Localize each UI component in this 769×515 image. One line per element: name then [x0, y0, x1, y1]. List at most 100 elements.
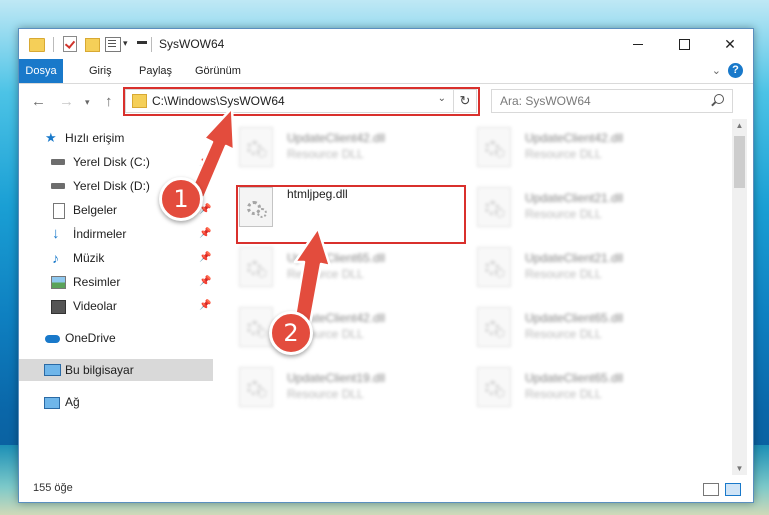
properties-check-icon[interactable] — [63, 36, 77, 52]
videos-icon — [51, 300, 66, 314]
file-item[interactable]: UpdateClient65.dll Resource DLL — [229, 243, 459, 293]
file-type: Resource DLL — [525, 387, 602, 401]
sidebar-item-label: Ağ — [65, 395, 80, 409]
sidebar-item-label: Müzik — [73, 251, 105, 265]
close-button[interactable]: ✕ — [707, 29, 753, 59]
search-input[interactable]: Ara: SysWOW64 — [491, 89, 733, 113]
pin-icon[interactable]: 📌 — [199, 295, 211, 317]
dll-file-icon — [239, 247, 273, 287]
pin-icon[interactable]: 📌 — [199, 223, 211, 245]
file-type: Resource DLL — [287, 387, 364, 401]
new-folder-icon[interactable] — [85, 38, 100, 52]
search-placeholder: Ara: SysWOW64 — [500, 94, 591, 108]
scroll-down-icon[interactable]: ▼ — [732, 464, 747, 473]
tab-view[interactable]: Görünüm — [189, 59, 247, 83]
large-icons-view-icon[interactable] — [725, 483, 741, 496]
cloud-icon — [45, 335, 60, 343]
sidebar-item-videos[interactable]: Videolar 📌 — [19, 295, 213, 317]
file-name: UpdateClient65.dll — [525, 371, 624, 385]
details-view-icon[interactable] — [703, 483, 719, 496]
dll-file-icon — [477, 367, 511, 407]
close-icon: ✕ — [724, 35, 736, 52]
maximize-icon — [678, 38, 690, 50]
title-bar: ▾ ▬ SysWOW64 ✕ — [19, 29, 753, 59]
pin-icon[interactable]: 📌 — [199, 151, 211, 173]
forward-arrow-icon[interactable]: → — [59, 93, 74, 110]
file-item[interactable]: UpdateClient42.dll Resource DLL — [229, 123, 459, 173]
network-icon — [44, 397, 60, 409]
pin-icon[interactable]: 📌 — [199, 247, 211, 269]
dll-file-icon — [239, 127, 273, 167]
window-title: SysWOW64 — [159, 37, 225, 51]
file-item[interactable]: UpdateClient21.dll Resource DLL — [467, 243, 697, 293]
separator — [53, 37, 54, 52]
dll-file-icon — [477, 307, 511, 347]
quick-access-dropdown-icon[interactable]: ▾ — [123, 38, 128, 49]
file-type: Resource DLL — [287, 147, 364, 161]
sidebar-item-network[interactable]: Ağ — [19, 391, 213, 413]
pin-icon[interactable]: 📌 — [199, 271, 211, 293]
expand-ribbon-icon[interactable]: ⌄ — [712, 64, 721, 77]
scroll-up-icon[interactable]: ▲ — [732, 121, 747, 130]
sidebar-item-label: Yerel Disk (C:) — [73, 155, 150, 169]
item-count: 155 öğe — [33, 482, 73, 494]
dll-file-icon — [477, 127, 511, 167]
file-item[interactable]: UpdateClient21.dll Resource DLL — [467, 183, 697, 233]
file-item[interactable]: UpdateClient65.dll Resource DLL — [467, 363, 697, 413]
address-highlight-box — [123, 87, 480, 116]
file-item[interactable]: UpdateClient42.dll Resource DLL — [467, 123, 697, 173]
drive-icon — [51, 159, 65, 165]
sidebar-item-pictures[interactable]: Resimler 📌 — [19, 271, 213, 293]
maximize-button[interactable] — [661, 29, 707, 59]
file-name: UpdateClient65.dll — [525, 311, 624, 325]
dll-file-icon — [477, 247, 511, 287]
sidebar-item-label: İndirmeler — [73, 227, 127, 241]
file-type: Resource DLL — [525, 207, 602, 221]
sidebar-item-label: Videolar — [73, 299, 117, 313]
file-name: UpdateClient42.dll — [525, 131, 624, 145]
file-name: UpdateClient21.dll — [525, 191, 624, 205]
file-type: Resource DLL — [287, 267, 364, 281]
up-arrow-icon[interactable]: ↑ — [105, 93, 113, 110]
file-highlight-box — [236, 185, 466, 244]
back-arrow-icon[interactable]: ← — [31, 93, 46, 110]
pictures-icon — [51, 276, 66, 289]
star-icon: ★ — [45, 130, 57, 145]
tab-home[interactable]: Giriş — [83, 59, 118, 83]
file-item[interactable]: UpdateClient65.dll Resource DLL — [467, 303, 697, 353]
sidebar-item-music[interactable]: ♪ Müzik 📌 — [19, 247, 213, 269]
sidebar-item-this-pc[interactable]: Bu bilgisayar — [19, 359, 213, 381]
minimize-button[interactable] — [615, 29, 661, 59]
computer-icon — [44, 364, 61, 376]
sidebar-item-onedrive[interactable]: OneDrive — [19, 327, 213, 349]
separator — [151, 37, 152, 52]
recent-locations-icon[interactable]: ▾ — [85, 97, 90, 108]
documents-icon — [53, 203, 65, 219]
search-icon[interactable] — [714, 94, 724, 104]
sidebar-item-downloads[interactable]: ↓ İndirmeler 📌 — [19, 223, 213, 245]
help-icon[interactable]: ? — [728, 63, 743, 78]
folder-icon — [29, 38, 45, 52]
sidebar-item-disk-c[interactable]: Yerel Disk (C:) 📌 — [19, 151, 213, 173]
file-list: UpdateClient42.dll Resource DLL htmljpeg… — [229, 119, 729, 474]
file-type: Resource DLL — [525, 327, 602, 341]
file-name: UpdateClient42.dll — [287, 131, 386, 145]
sidebar-item-label: Resimler — [73, 275, 121, 289]
navigation-pane: ★ Hızlı erişim Yerel Disk (C:) 📌 Yerel D… — [19, 119, 213, 474]
vertical-scrollbar[interactable]: ▲ ▼ — [732, 119, 747, 475]
rename-icon[interactable] — [105, 37, 121, 52]
status-bar: 155 öğe — [19, 476, 753, 502]
step-badge-2: 2 — [269, 311, 313, 355]
tab-share[interactable]: Paylaş — [133, 59, 178, 83]
file-name: UpdateClient21.dll — [525, 251, 624, 265]
customize-toolbar-icon[interactable]: ▬ — [137, 36, 147, 47]
file-type: Resource DLL — [525, 147, 602, 161]
scroll-thumb[interactable] — [734, 136, 745, 188]
file-item[interactable]: UpdateClient19.dll Resource DLL — [229, 363, 459, 413]
step-badge-1: 1 — [159, 177, 203, 221]
sidebar-item-quick-access[interactable]: ★ Hızlı erişim — [19, 127, 213, 149]
file-item[interactable]: UpdateClient42.dll Resource DLL — [229, 303, 459, 353]
download-icon: ↓ — [52, 225, 60, 242]
dll-file-icon — [239, 307, 273, 347]
tab-file[interactable]: Dosya — [19, 59, 63, 83]
